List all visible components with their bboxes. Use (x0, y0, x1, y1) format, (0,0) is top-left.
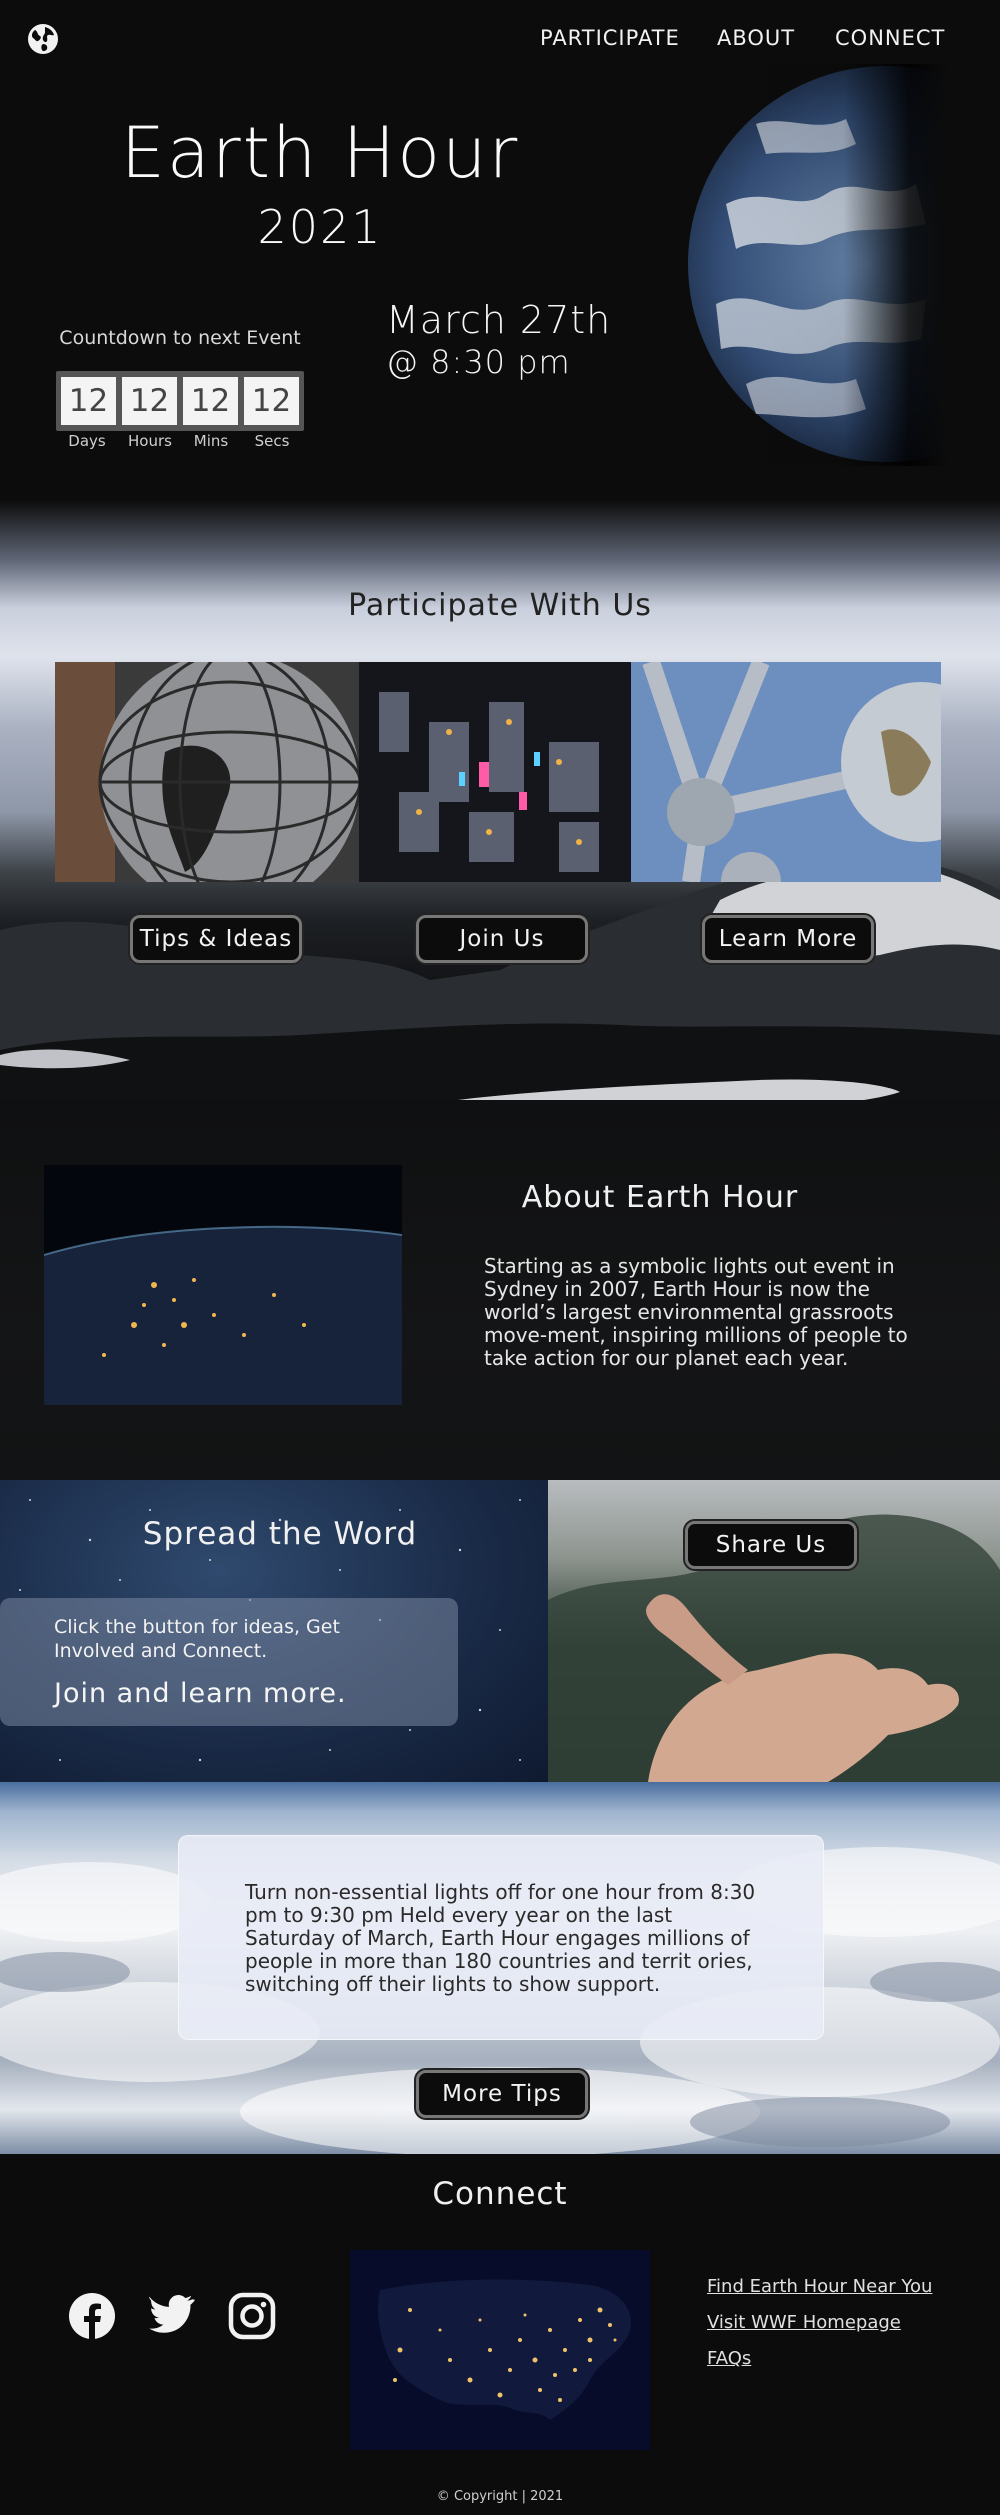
info-text: Turn non-essential lights off for one ho… (245, 1880, 756, 1996)
nav-connect-link[interactable]: CONNECT (835, 26, 945, 50)
spread-big-text: Join and learn more. (54, 1678, 347, 1709)
event-year: 2021 (257, 200, 383, 254)
copyright-icon: © (436, 2489, 450, 2504)
mountain-background-image (0, 860, 1000, 1120)
event-time: @ 8:30 pm (386, 343, 571, 381)
about-text: Starting as a symbolic lights out event … (484, 1254, 908, 1370)
page-title: Earth Hour (120, 112, 520, 194)
globe-sculpture-photo (55, 662, 359, 882)
facebook-icon[interactable] (68, 2292, 116, 2340)
share-us-button[interactable]: Share Us (685, 1521, 857, 1569)
city-aerial-photo (359, 662, 631, 882)
nav-about-link[interactable]: ABOUT (717, 26, 795, 50)
globe-logo-icon[interactable] (26, 22, 60, 56)
more-tips-button[interactable]: More Tips (416, 2070, 588, 2118)
join-us-button[interactable]: Join Us (416, 915, 588, 963)
countdown-unit-mins: Mins (193, 432, 229, 450)
earth-image (686, 64, 948, 466)
copyright-text: Copyright | 2021 (453, 2489, 564, 2504)
find-earth-hour-link[interactable]: Find Earth Hour Near You (707, 2276, 932, 2297)
learn-more-button[interactable]: Learn More (702, 915, 874, 963)
tips-ideas-button[interactable]: Tips & Ideas (130, 915, 302, 963)
countdown-label: Countdown to next Event (59, 327, 301, 349)
countdown-timer: 12 12 12 12 (56, 371, 304, 431)
spread-title: Spread the Word (142, 1516, 418, 1552)
nav-participate-link[interactable]: PARTICIPATE (540, 26, 680, 50)
faqs-link[interactable]: FAQs (707, 2348, 751, 2369)
usa-night-map-image (350, 2250, 650, 2450)
earth-night-photo (44, 1165, 402, 1405)
countdown-days: 12 (61, 377, 116, 425)
countdown-hours: 12 (122, 377, 177, 425)
countdown-unit-secs: Secs (254, 432, 290, 450)
event-date: March 27th (386, 298, 612, 342)
atomium-photo (631, 662, 941, 882)
countdown-unit-hours: Hours (128, 432, 172, 450)
spread-small-text: Click the button for ideas, Get Involved… (54, 1616, 340, 1662)
instagram-icon[interactable] (228, 2292, 276, 2340)
countdown-unit-days: Days (68, 432, 106, 450)
participate-title: Participate With Us (348, 588, 652, 623)
about-title: About Earth Hour (521, 1180, 799, 1215)
countdown-secs: 12 (244, 377, 299, 425)
twitter-icon[interactable] (148, 2292, 196, 2340)
connect-title: Connect (432, 2176, 568, 2212)
countdown-mins: 12 (183, 377, 238, 425)
copyright-footer: © Copyright | 2021 (0, 2489, 1000, 2504)
visit-wwf-link[interactable]: Visit WWF Homepage (707, 2312, 901, 2333)
